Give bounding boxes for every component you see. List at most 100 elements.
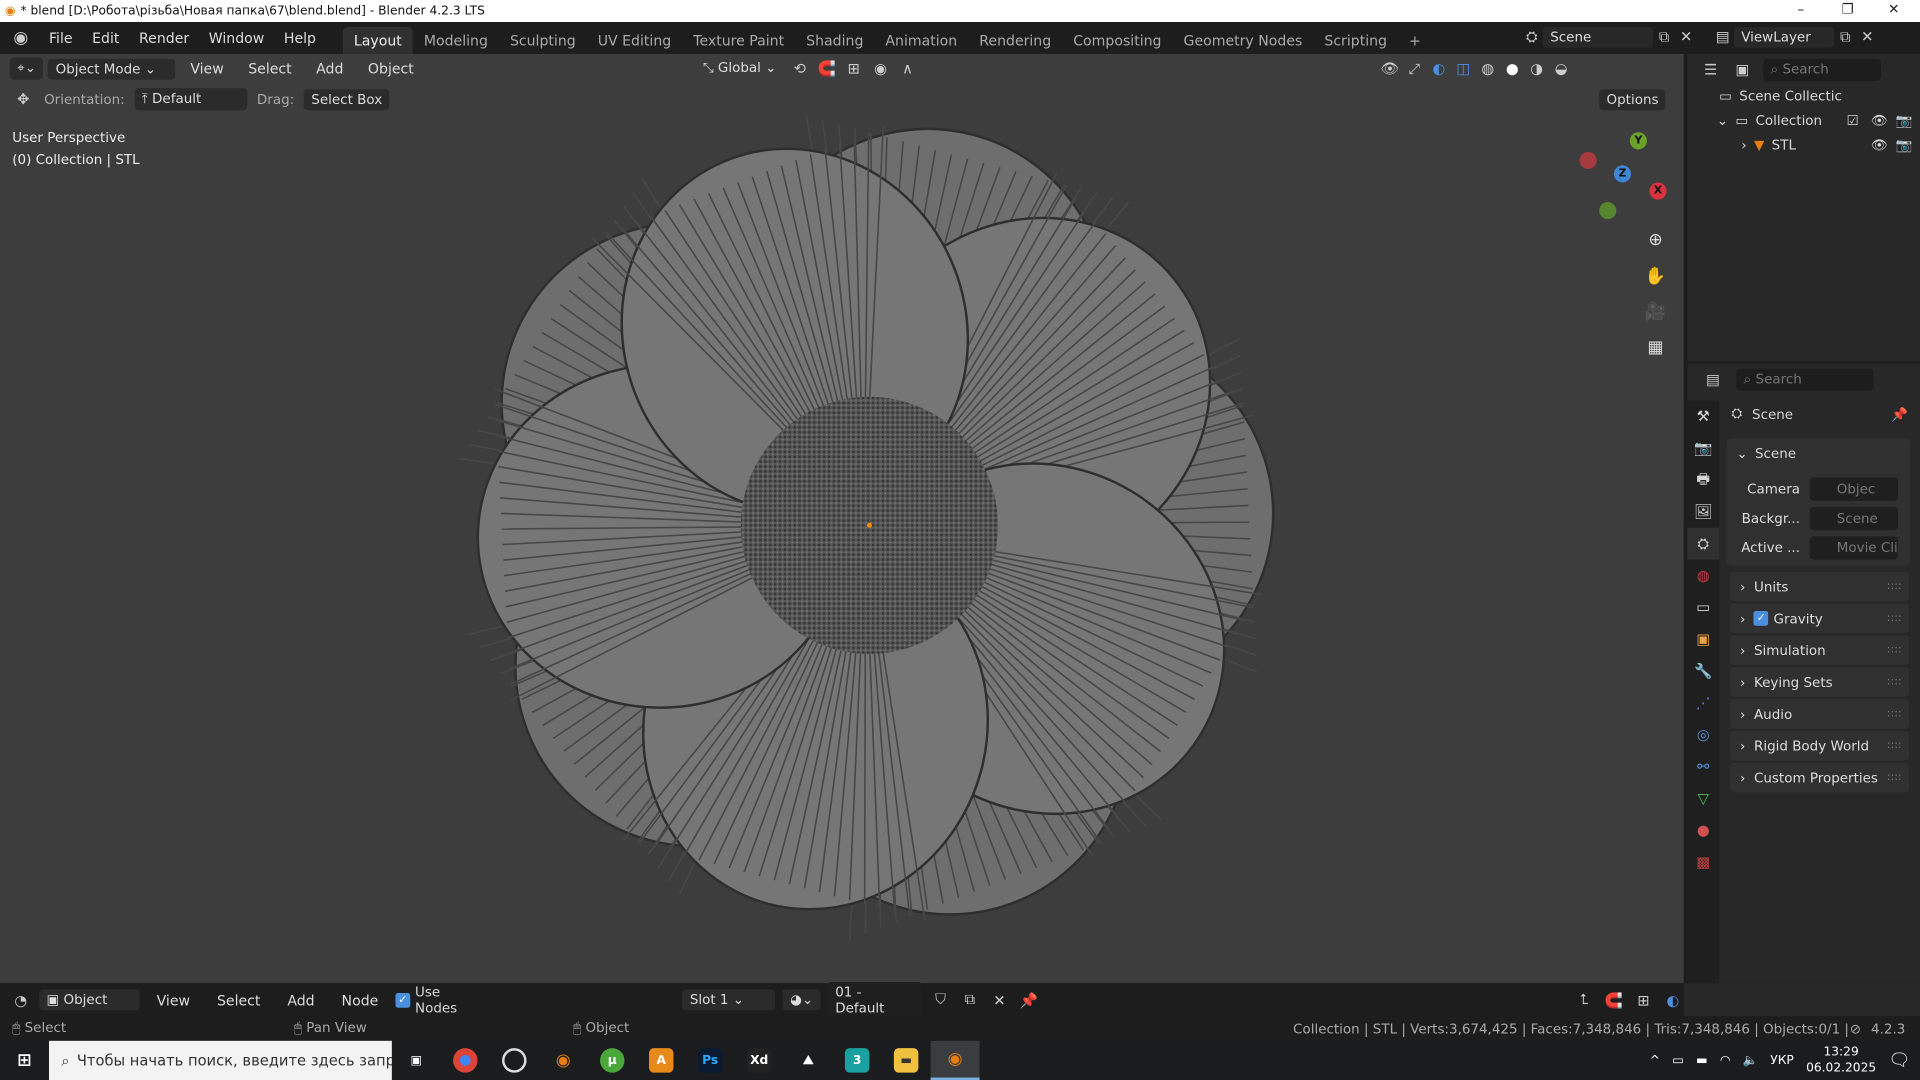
navigation-gizmo[interactable]: Y Z X [1573,127,1671,220]
properties-search[interactable]: ⌕ Search [1736,368,1874,391]
restore-button[interactable]: ❐ [1842,1,1854,17]
editor-type-button[interactable]: ⌖⌄ [9,57,44,80]
menu-render[interactable]: Render [129,29,199,46]
output-tab-icon[interactable]: 🖶 [1687,464,1719,496]
panel-units[interactable]: › Units:::: [1730,571,1909,602]
tab-shading[interactable]: Shading [795,27,874,54]
wifi-icon[interactable]: ◠ [1720,1054,1731,1067]
mode-selector[interactable]: Object Mode ⌄ [48,58,176,79]
tab-geometry-nodes[interactable]: Geometry Nodes [1173,27,1314,54]
pin-icon[interactable]: 📌 [1018,989,1040,1011]
material-browse-button[interactable]: ◕⌄ [782,989,821,1011]
tab-scripting[interactable]: Scripting [1313,27,1398,54]
snap-mode-icon[interactable]: ⊞ [1632,989,1654,1011]
inkscape-app[interactable]: ⛰ [784,1041,833,1080]
rendered-shading-icon[interactable]: ◒ [1550,58,1572,80]
task-view-button[interactable]: ▣ [392,1041,441,1080]
material-shading-icon[interactable]: ◑ [1526,58,1548,80]
solid-shading-icon[interactable]: ● [1501,58,1523,80]
collection-tab-icon[interactable]: ▭ [1687,591,1719,623]
tool-tab-icon[interactable]: ⚒ [1687,400,1719,432]
proportional-edit-icon[interactable]: ◉ [870,58,892,80]
panel-simulation[interactable]: › Simulation:::: [1730,635,1909,665]
illustrator-like-app[interactable]: A [637,1041,686,1080]
tab-rendering[interactable]: Rendering [968,27,1062,54]
camera-tray-icon[interactable]: ▭ [1672,1054,1684,1067]
outliner-editor-icon[interactable]: ☰ [1700,59,1722,81]
taskbar-search[interactable]: ⌕ Чтобы начать поиск, введите здесь запро… [48,1040,392,1080]
blender-app[interactable]: ◉ [539,1041,588,1080]
battery-icon[interactable]: ▬ [1696,1054,1708,1067]
overlay-icon[interactable]: ◐ [1662,989,1684,1011]
visibility-icon[interactable]: 👁 [1379,58,1401,80]
xray-icon[interactable]: ◫ [1452,58,1474,80]
zoom-icon[interactable]: ⊕ [1641,225,1670,254]
utorrent-app[interactable]: µ [588,1041,637,1080]
material-name-field[interactable]: 01 - Default [827,981,923,1019]
language-indicator[interactable]: УКР [1770,1054,1794,1067]
tab-texture-paint[interactable]: Texture Paint [682,27,795,54]
properties-editor-icon[interactable]: ▤ [1702,369,1724,391]
duplicate-material-icon[interactable]: ⧉ [959,989,981,1011]
menu-file[interactable]: File [39,29,82,46]
tab-uv-editing[interactable]: UV Editing [587,27,683,54]
photoshop-app[interactable]: Ps [686,1041,735,1080]
chevron-right-icon[interactable]: › [1741,137,1746,153]
unlink-material-icon[interactable]: ✕ [988,989,1010,1011]
camera-icon[interactable]: 📷 [1896,113,1913,129]
wireframe-shading-icon[interactable]: ◍ [1477,58,1499,80]
blender-menu-icon[interactable]: ◉ [10,27,32,49]
axis-neg-x[interactable] [1579,151,1597,169]
overlay-icon[interactable]: ◐ [1428,58,1450,80]
outliner-search[interactable]: ⌕ Search [1763,58,1881,81]
notifications-icon[interactable]: 🗨 [1888,1051,1910,1071]
scene-tab-icon[interactable]: ⛭ [1687,527,1720,560]
viewlayer-icon[interactable]: ▤ [1712,26,1734,48]
pin-icon[interactable]: 📌 [1891,406,1908,422]
tab-animation[interactable]: Animation [874,27,968,54]
use-nodes-toggle[interactable]: ✓ Use Nodes [395,984,486,1016]
camera-field[interactable]: Objec [1809,477,1898,501]
shader-editor-type-icon[interactable]: ◔ [10,989,32,1011]
camera-view-icon[interactable]: 🎥 [1641,298,1670,327]
outliner-item-collection[interactable]: ⌄ ▭ Collection ☑ 👁 📷 [1717,113,1920,129]
fake-user-shield-icon[interactable]: ⛉ [930,989,952,1011]
tab-layout[interactable]: Layout [342,26,413,54]
panel-custom-properties[interactable]: › Custom Properties:::: [1730,762,1909,793]
chrome-app[interactable] [441,1041,490,1080]
filter-icon[interactable]: ▣ [1731,59,1753,81]
options-button[interactable]: Options [1599,89,1666,111]
menu-edit[interactable]: Edit [82,29,129,46]
blender-active-app[interactable]: ◉ [930,1040,980,1080]
add-workspace-button[interactable]: + [1398,27,1432,54]
viewport-menu-view[interactable]: View [181,60,234,77]
viewport-menu-add[interactable]: Add [306,60,353,77]
constraints-tab-icon[interactable]: ⚯ [1687,751,1719,783]
tray-expand-icon[interactable]: ^ [1650,1054,1660,1067]
gravity-checkbox[interactable]: ✓ [1753,611,1769,626]
shader-menu-select[interactable]: Select [207,991,270,1008]
delete-viewlayer-icon[interactable]: ✕ [1856,26,1878,48]
new-scene-icon[interactable]: ⧉ [1653,26,1675,48]
ortho-grid-icon[interactable]: ▦ [1641,333,1670,362]
clock[interactable]: 13:29 06.02.2025 [1806,1044,1876,1076]
snap-icon[interactable]: 🧲 [1603,989,1625,1011]
xd-app[interactable]: Xd [735,1041,784,1080]
start-button[interactable]: ⊞ [0,1041,49,1080]
texture-tab-icon[interactable]: ▩ [1687,846,1719,878]
eye-icon[interactable]: 👁 [1871,137,1888,153]
minimize-button[interactable]: – [1798,1,1805,17]
world-tab-icon[interactable]: ◍ [1687,560,1719,592]
axis-y[interactable]: Y [1629,132,1647,150]
tab-modeling[interactable]: Modeling [413,27,499,54]
drag-selector[interactable]: Select Box [303,88,390,110]
tab-compositing[interactable]: Compositing [1062,27,1172,54]
viewport-menu-object[interactable]: Object [358,60,423,77]
shader-menu-view[interactable]: View [147,991,200,1008]
delete-scene-icon[interactable]: ✕ [1675,26,1697,48]
gizmo-icon[interactable]: ⤢ [1403,58,1425,80]
render-tab-icon[interactable]: 📷 [1687,432,1719,464]
pivot-icon[interactable]: ⟲ [789,58,811,80]
material-tab-icon[interactable]: ● [1687,814,1719,846]
file-explorer-app[interactable]: ▬ [882,1041,931,1080]
